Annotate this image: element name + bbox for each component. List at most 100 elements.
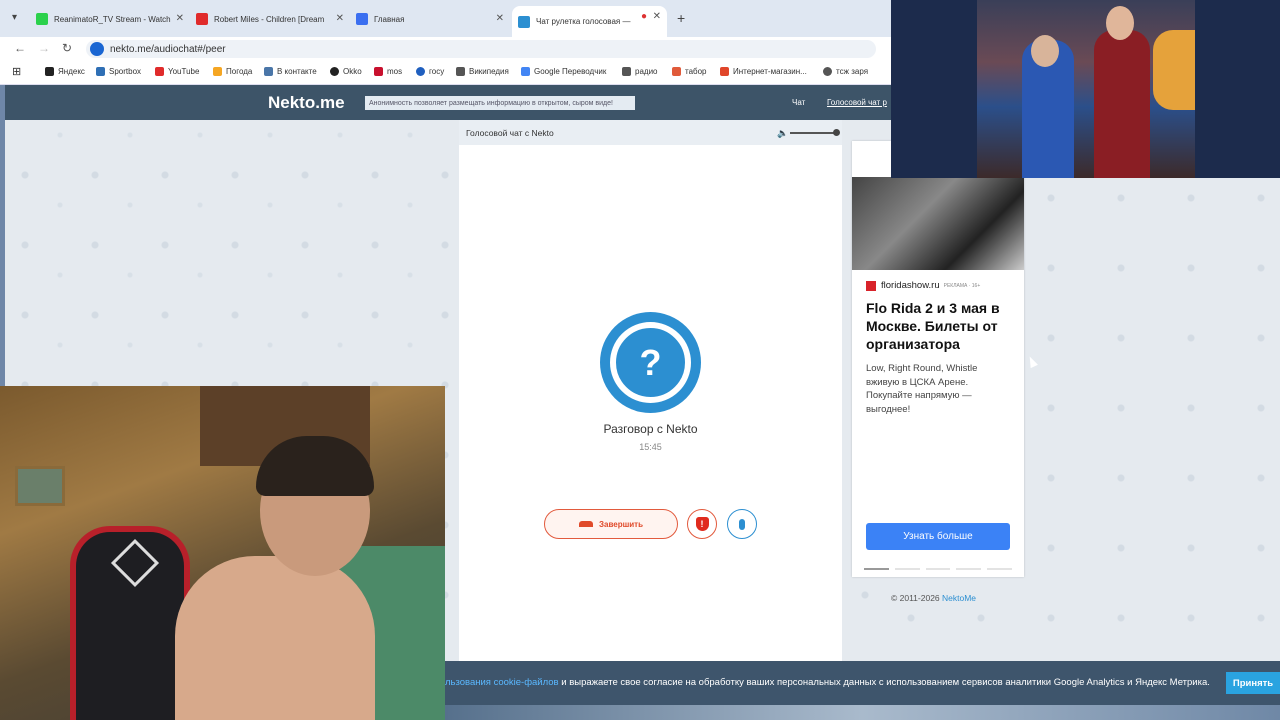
performer-head xyxy=(1106,6,1134,40)
tab-label: ReanimatoR_TV Stream - Watch xyxy=(54,14,171,24)
microphone-icon xyxy=(739,518,745,530)
cookie-banner: льзования cookie-файлов и выражаете свое… xyxy=(445,661,1280,705)
bookmark-vk[interactable]: В контакте xyxy=(264,67,317,76)
close-icon[interactable]: ✕ xyxy=(653,11,661,22)
tab-label: Чат рулетка голосовая — xyxy=(536,17,631,26)
tab-reanimator[interactable]: ReanimatoR_TV Stream - Watch ✕ xyxy=(30,8,190,30)
nav-voice-chat-link[interactable]: Голосовой чат р xyxy=(827,98,887,107)
call-timer: 15:45 xyxy=(639,442,662,452)
tab-nekto-active[interactable]: Чат рулетка голосовая — ● ✕ xyxy=(512,6,667,37)
tab-main[interactable]: Главная ✕ xyxy=(350,8,510,30)
voice-chat-panel: Голосовой чат с Nekto 🔈 ? Разговор с Nek… xyxy=(459,120,842,661)
ad-learn-more-button[interactable]: Узнать больше xyxy=(866,523,1010,550)
ad-text: Low, Right Round, Whistle вживую в ЦСКА … xyxy=(866,363,978,415)
bookmark-youtube[interactable]: YouTube xyxy=(155,67,199,76)
close-icon[interactable]: ✕ xyxy=(336,13,344,24)
volume-icon[interactable]: 🔈 xyxy=(777,128,788,139)
forward-icon[interactable]: → xyxy=(38,41,50,55)
ad-image[interactable] xyxy=(852,177,1024,270)
twitch-favicon-icon xyxy=(36,13,48,25)
bookmark-icon xyxy=(720,67,729,76)
end-call-button[interactable]: Завершить xyxy=(544,509,678,539)
reload-icon[interactable]: ↻ xyxy=(62,41,72,55)
bookmark-tszh[interactable]: тсж заря xyxy=(823,67,868,76)
ad-site-logo-icon xyxy=(866,280,876,291)
copyright-text: © 2011-2026 xyxy=(891,593,943,603)
close-icon[interactable]: ✕ xyxy=(496,13,504,24)
cookie-consent-text: и выражаете свое согласие на обработку в… xyxy=(558,677,1210,688)
bookmark-icon xyxy=(823,67,832,76)
wall-picture xyxy=(15,466,65,506)
new-tab-icon[interactable]: + xyxy=(677,10,685,26)
ad-title[interactable]: Flo Rida 2 и 3 мая в Москве. Билеты от о… xyxy=(866,299,1016,353)
microphone-button[interactable] xyxy=(727,509,757,539)
site-logo[interactable]: Nekto.me xyxy=(268,93,345,113)
shield-warning-icon: ! xyxy=(695,517,709,531)
bookmark-sportbox[interactable]: Sportbox xyxy=(96,67,141,76)
ad-carousel-indicator[interactable] xyxy=(864,568,1012,570)
bookmark-shop[interactable]: Интернет-магазин... xyxy=(720,67,807,76)
bookmark-icon xyxy=(672,67,681,76)
chat-header-title: Голосовой чат с Nekto xyxy=(466,127,554,138)
report-button[interactable]: ! xyxy=(687,509,717,539)
webcam-overlay-streamer xyxy=(0,386,445,720)
question-mark-icon: ? xyxy=(639,341,662,383)
bookmarks-bar: ⊞ Яндекс Sportbox YouTube Погода В конта… xyxy=(0,61,891,85)
tab-robert-miles[interactable]: Robert Miles - Children [Dream ✕ xyxy=(190,8,350,30)
recording-icon: ● xyxy=(640,11,647,22)
tab-label: Robert Miles - Children [Dream xyxy=(214,14,325,24)
browser-tabbar: ▾ ReanimatoR_TV Stream - Watch ✕ Robert … xyxy=(0,0,891,37)
hangup-phone-icon xyxy=(578,521,593,527)
bookmark-icon xyxy=(96,67,105,76)
ad-tag: РЕКЛАМА · 16+ xyxy=(943,282,981,289)
bookmark-radio[interactable]: радио xyxy=(622,67,657,76)
bookmark-okko[interactable]: Okko xyxy=(330,67,362,76)
back-icon[interactable]: ← xyxy=(14,41,26,55)
nav-chat-link[interactable]: Чат xyxy=(792,98,805,107)
bookmark-wikipedia[interactable]: Википедия xyxy=(456,67,509,76)
peer-avatar: ? xyxy=(600,312,701,413)
bookmark-icon xyxy=(456,67,465,76)
cookie-text: льзования cookie-файлов и выражаете свое… xyxy=(445,677,1210,688)
carousel-dot[interactable] xyxy=(864,568,889,570)
streamer-body xyxy=(175,556,375,720)
url-field[interactable]: nekto.me/audiochat#/peer xyxy=(86,40,876,58)
close-icon[interactable]: ✕ xyxy=(176,13,184,24)
nekto-favicon-icon xyxy=(518,15,530,28)
carousel-dot[interactable] xyxy=(925,568,951,570)
address-bar: ← → ↻ nekto.me/audiochat#/peer xyxy=(0,37,891,61)
bookmark-tabor[interactable]: табор xyxy=(672,67,707,76)
carousel-dot[interactable] xyxy=(894,568,920,570)
bookmark-weather[interactable]: Погода xyxy=(213,67,252,76)
copyright-brand-link[interactable]: NektoMe xyxy=(942,593,976,603)
copyright: © 2011-2026 NektoMe xyxy=(891,593,976,603)
bookmark-gosu[interactable]: госу xyxy=(416,67,444,76)
cookie-policy-link[interactable]: льзования cookie-файлов xyxy=(445,677,559,688)
advertisement[interactable]: floridashow.ru РЕКЛАМА · 16+ Flo Rida 2 … xyxy=(852,141,1024,577)
bookmark-icon xyxy=(213,67,222,76)
ad-source[interactable]: floridashow.ru РЕКЛАМА · 16+ xyxy=(866,280,980,291)
webcam-overlay-stage xyxy=(891,0,1280,178)
bookmark-mos[interactable]: mos xyxy=(374,67,402,76)
stage-decoration xyxy=(1153,30,1195,110)
apps-icon[interactable]: ⊞ xyxy=(12,65,21,78)
bookmark-icon xyxy=(416,67,425,76)
cookie-accept-button[interactable]: Принять xyxy=(1226,672,1280,694)
anon-notice: Анонимность позволяет размещать информац… xyxy=(365,96,635,110)
tab-search-icon[interactable]: ▾ xyxy=(12,12,17,23)
carousel-dot[interactable] xyxy=(956,568,982,570)
volume-slider-handle[interactable] xyxy=(833,129,840,136)
site-favicon-icon xyxy=(356,13,368,25)
bookmark-translate[interactable]: Google Переводчик xyxy=(521,67,606,76)
bookmark-icon xyxy=(374,67,383,76)
bookmark-icon xyxy=(45,67,54,76)
performer-head xyxy=(1031,35,1059,67)
site-header: Nekto.me Анонимность позволяет размещать… xyxy=(5,85,891,120)
carousel-dot[interactable] xyxy=(987,568,1012,570)
performer-red xyxy=(1094,30,1150,178)
folder-icon xyxy=(622,67,631,76)
bookmark-icon xyxy=(330,67,339,76)
bookmark-yandex[interactable]: Яндекс xyxy=(45,67,85,76)
end-call-label: Завершить xyxy=(598,519,644,529)
volume-slider[interactable] xyxy=(790,132,836,134)
